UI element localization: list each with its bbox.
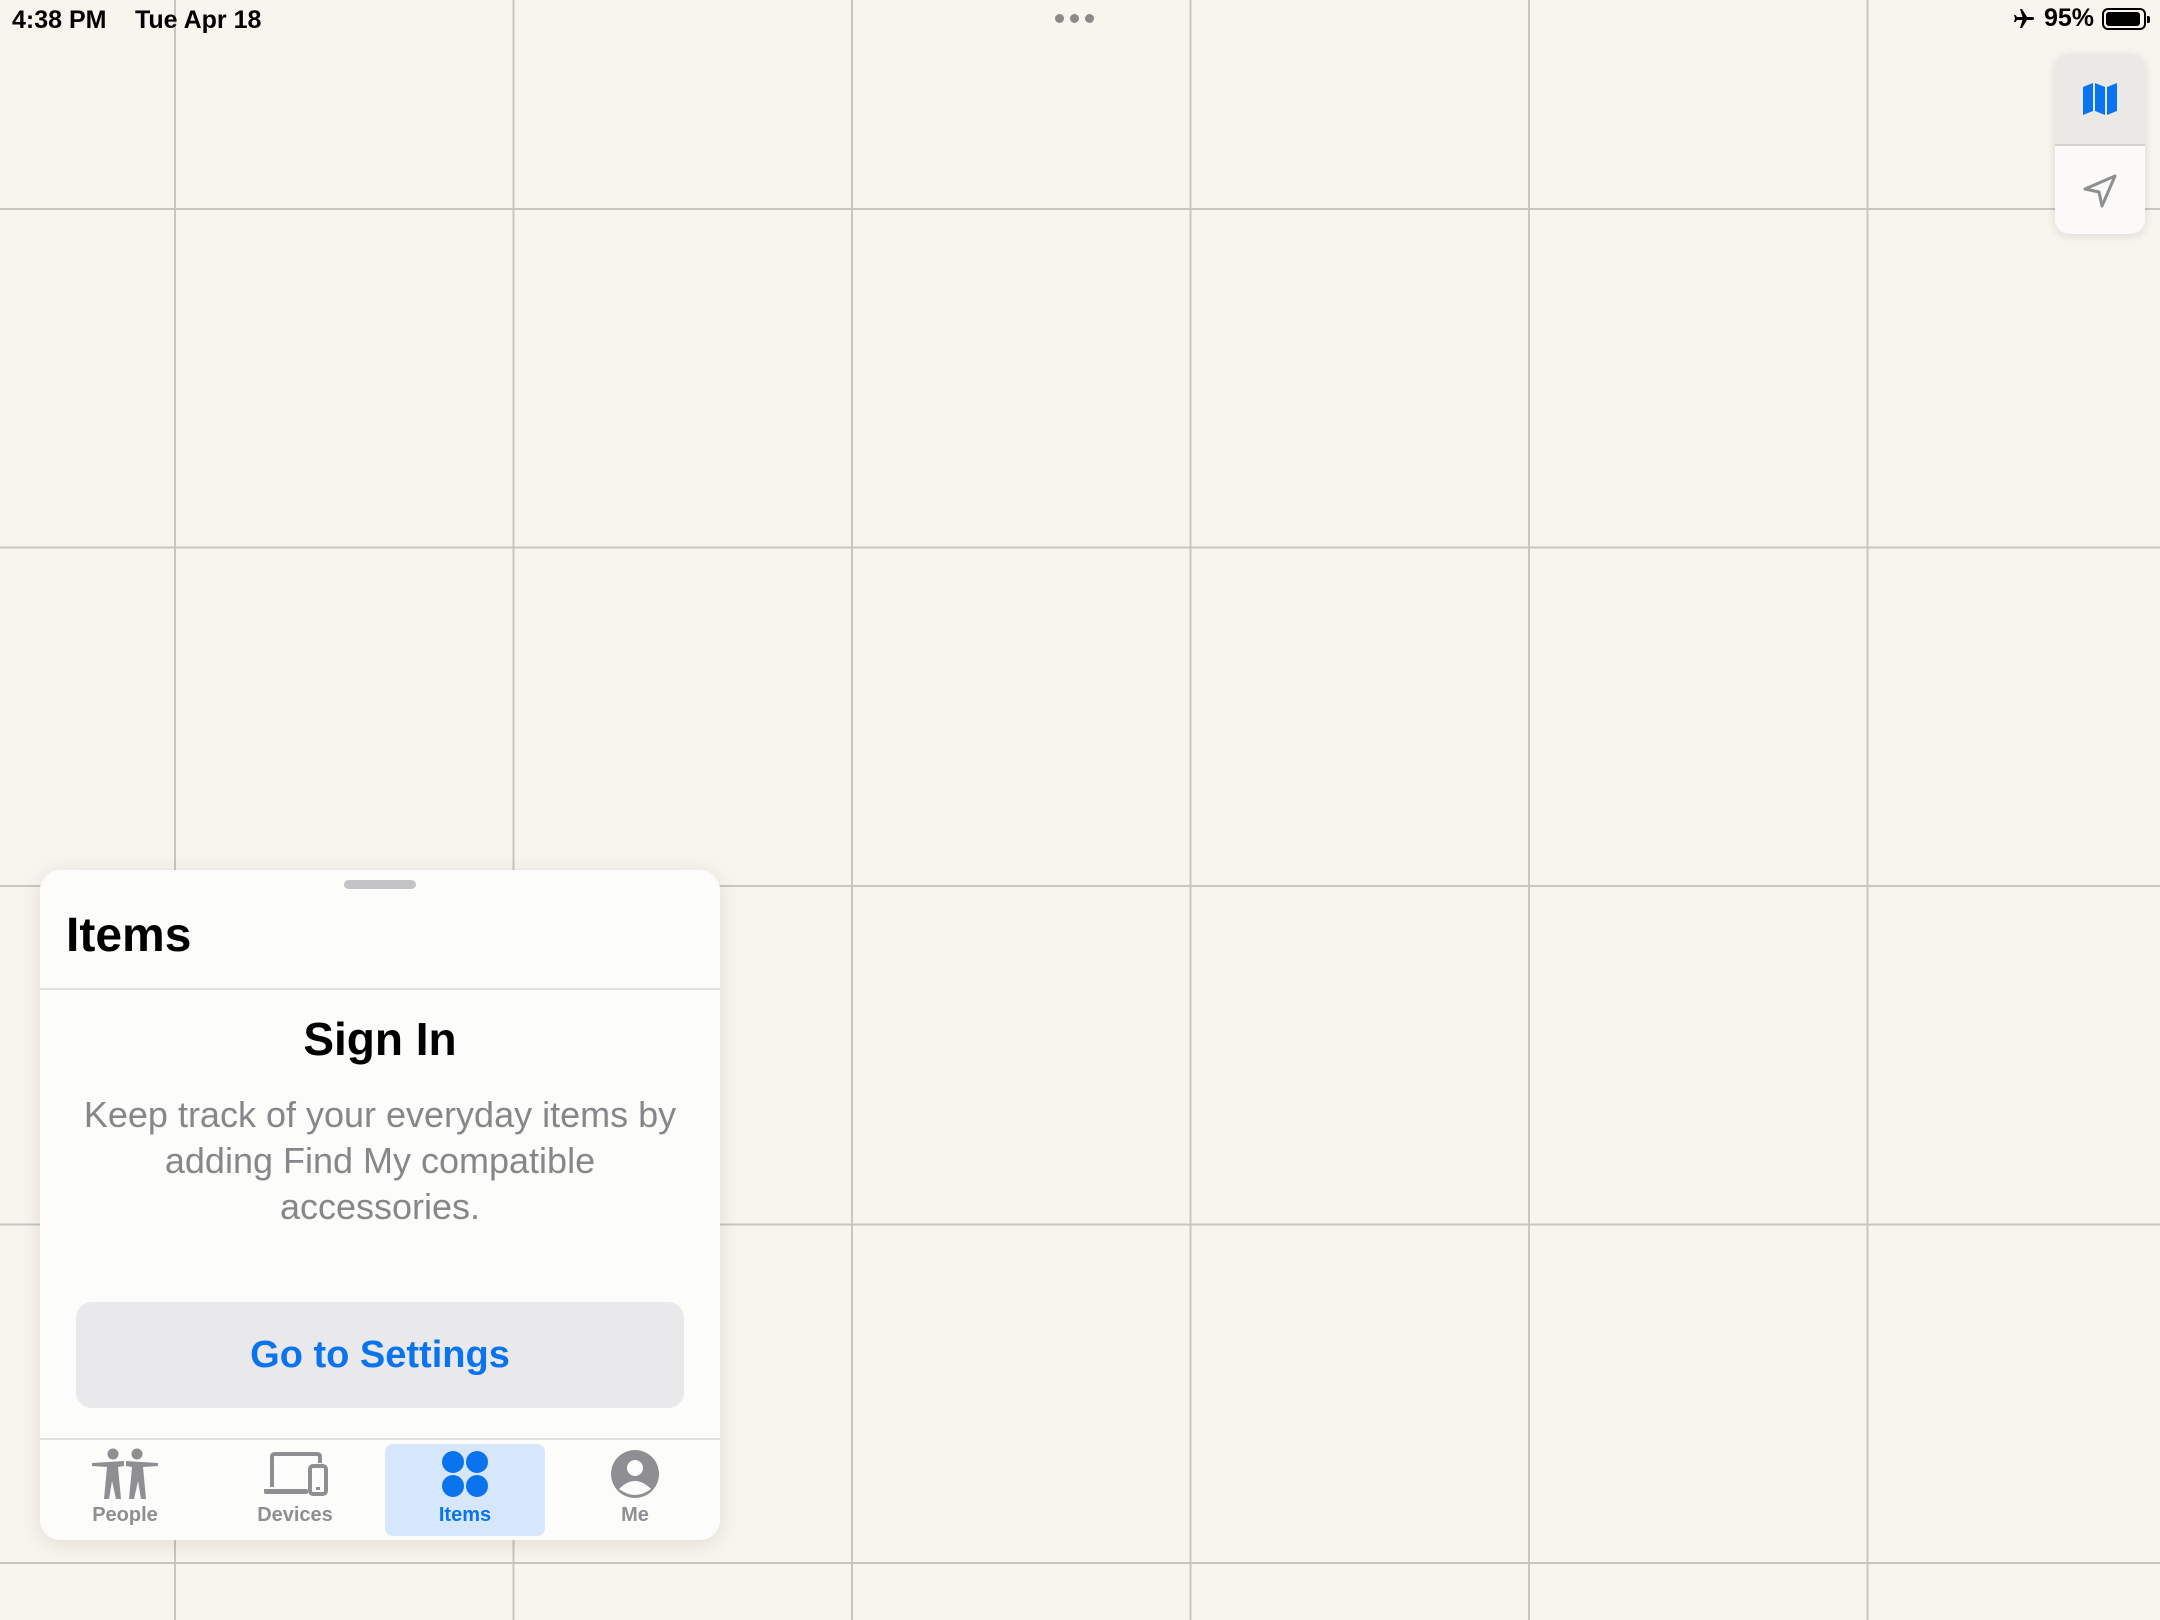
status-date: Tue Apr 18: [135, 6, 262, 34]
battery-fill: [2106, 11, 2141, 26]
tab-label: Devices: [257, 1504, 333, 1526]
devices-icon: [264, 1452, 328, 1496]
items-icon: [442, 1451, 488, 1497]
people-icon: [92, 1448, 158, 1499]
signin-title: Sign In: [303, 1013, 457, 1065]
map-view[interactable]: 4:38 PM Tue Apr 18 95% Items Sign In Kee…: [0, 0, 2160, 1620]
tab-bar: People Devices Items Me: [40, 1440, 720, 1540]
tab-items[interactable]: Items: [385, 1444, 545, 1536]
battery-percent: 95%: [2043, 4, 2094, 32]
status-time: 4:38 PM: [12, 6, 107, 34]
header-divider: [40, 988, 720, 990]
person-circle-icon: [611, 1450, 659, 1498]
go-to-settings-button[interactable]: Go to Settings: [76, 1302, 684, 1408]
map-mode-button[interactable]: [2055, 54, 2145, 146]
multitasking-dots-icon[interactable]: [1055, 14, 1094, 23]
battery-icon: [2102, 7, 2150, 30]
tab-people[interactable]: People: [45, 1444, 205, 1536]
items-sheet: Items Sign In Keep track of your everyda…: [40, 870, 720, 1540]
tab-label: Me: [621, 1504, 649, 1526]
tab-devices[interactable]: Devices: [215, 1444, 375, 1536]
tab-label: Items: [438, 1504, 492, 1526]
current-location-button[interactable]: [2055, 146, 2145, 234]
status-bar: 4:38 PM Tue Apr 18 95%: [0, 0, 2160, 40]
tab-label: People: [92, 1504, 158, 1526]
sheet-grabber[interactable]: [344, 880, 416, 889]
airplane-icon: [2013, 8, 2034, 28]
signin-description: Keep track of your everyday items by add…: [83, 1094, 677, 1227]
location-arrow-icon: [2083, 174, 2117, 208]
map-icon: [2083, 83, 2117, 115]
sheet-title: Items: [66, 909, 192, 962]
tab-me[interactable]: Me: [555, 1444, 715, 1536]
status-indicators: 95%: [2012, 4, 2150, 33]
map-controls: [2055, 54, 2145, 234]
